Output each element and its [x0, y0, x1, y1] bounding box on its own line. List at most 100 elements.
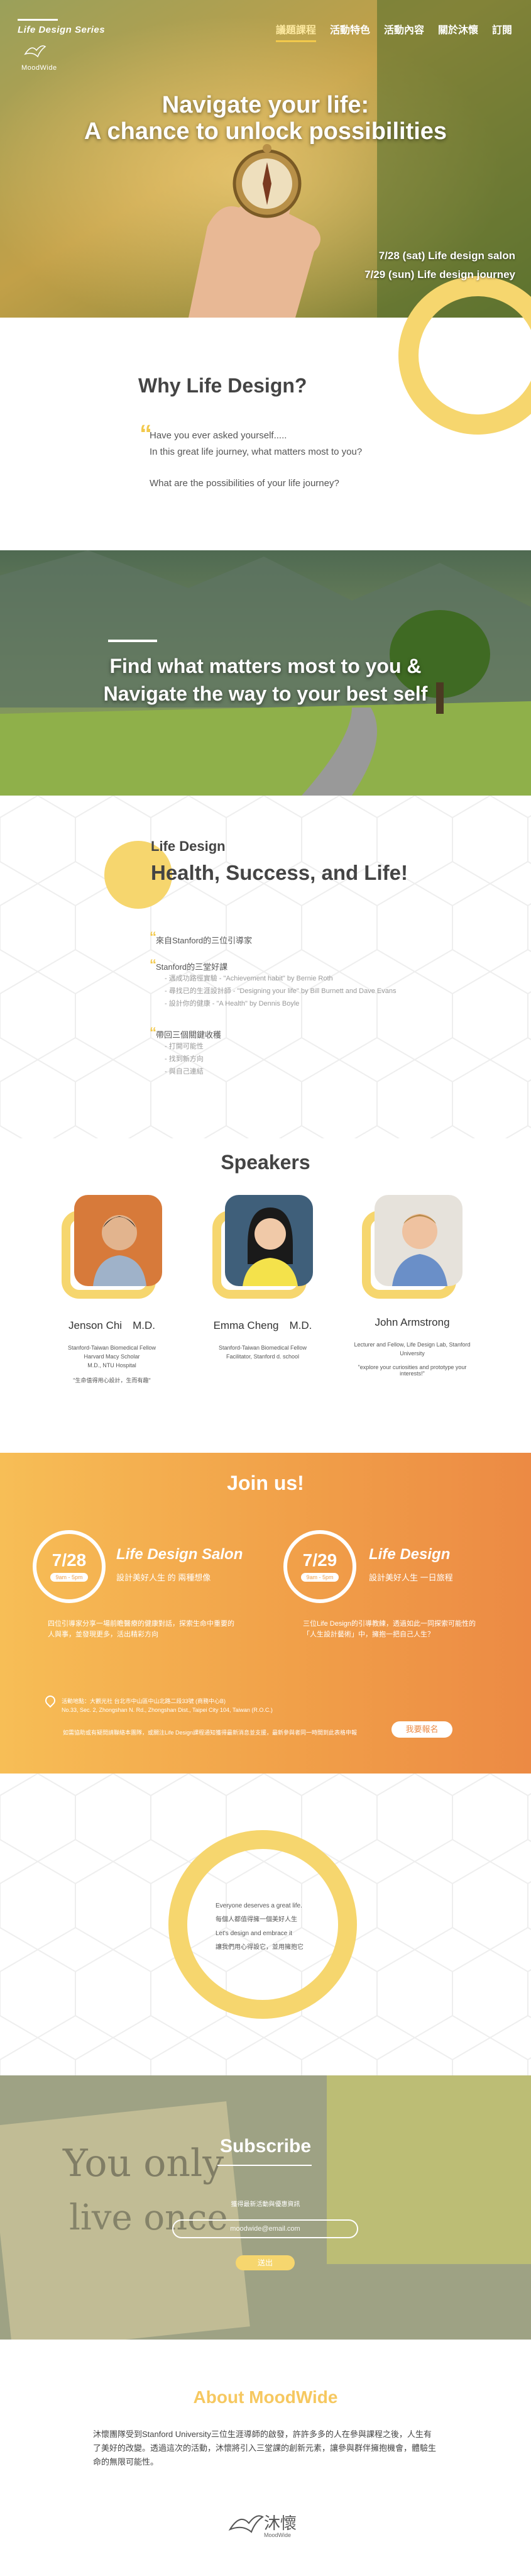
- nav-features[interactable]: 活動特色: [330, 21, 370, 42]
- nav-content[interactable]: 活動內容: [384, 21, 424, 42]
- join-title: Join us!: [227, 1472, 304, 1494]
- subscribe-submit-button[interactable]: 送出: [236, 2255, 295, 2270]
- ld-item3-title: 帶回三個關鍵收穫: [156, 1030, 222, 1040]
- why-q2: In this great life journey, what matters…: [150, 447, 363, 457]
- speaker-photo-frame: [362, 1195, 463, 1299]
- event-desc-line: 四位引導家分享一場前瞻醫療的健康對話，探索生命中重要的: [48, 1620, 234, 1628]
- about-title: About MoodWide: [193, 2387, 338, 2407]
- ld-item2: Stanford的三堂好課 - 邁成功路徑實驗 - "Achievement h…: [156, 960, 397, 1010]
- event-date: 7/29: [302, 1550, 337, 1570]
- event-date: 7/28: [52, 1550, 87, 1570]
- event-desc: 四位引導家分享一場前瞻醫療的健康對話，探索生命中重要的 人與事，並發現更多，活出…: [48, 1619, 234, 1640]
- find-headline: Find what matters most to you & Navigate…: [0, 652, 531, 708]
- hero-title-line2: A chance to unlock possibilities: [84, 118, 447, 145]
- bird-logo-icon: [24, 45, 47, 58]
- speaker-photo-frame: [212, 1195, 313, 1299]
- ld-big-title: Health, Success, and Life!: [151, 861, 408, 884]
- event-time: 9am - 5pm: [301, 1573, 339, 1582]
- event-time: 9am - 5pm: [50, 1573, 88, 1582]
- subscribe-underline: [217, 2165, 312, 2166]
- find-line1: Find what matters most to you &: [109, 655, 422, 677]
- speaker-desc-line: Stanford-Taiwan Biomedical Fellow: [218, 1345, 307, 1351]
- speaker-motto: "explore your curiosities and prototype …: [358, 1364, 467, 1377]
- address-line: 活動地點：大觀光社 台北市中山區中山北路二段33號 (商務中心B): [62, 1698, 226, 1704]
- why-questions: Have you ever asked yourself..... In thi…: [150, 428, 362, 492]
- speaker-name: Jenson Chi M.D.: [68, 1319, 155, 1331]
- why-section: Why Life Design? “ Have you ever asked y…: [0, 318, 531, 550]
- speaker-desc-line: Stanford-Taiwan Biomedical Fellow: [67, 1345, 156, 1351]
- speaker-name: John Armstrong: [375, 1316, 450, 1328]
- main-nav: 議題課程 活動特色 活動內容 關於沐懷 訂閱: [275, 21, 512, 42]
- join-note: 如需協助或有疑問請聯絡本團隊，或關注Life Design課程通知獲得最新消息並…: [63, 1729, 358, 1736]
- event-desc-line: 三位Life Design的引導教練，透過如此一同探索可能性的: [303, 1620, 476, 1628]
- register-button[interactable]: 我要報名: [391, 1721, 452, 1738]
- ld-item3-sub: - 打開可能性: [165, 1043, 204, 1050]
- event-desc: 三位Life Design的引導教練，透過如此一同探索可能性的 「人生設計藝術」…: [303, 1619, 476, 1640]
- hero-date-1: 7/28 (sat) Life design salon: [378, 250, 515, 262]
- belief-line: 每個人都值得擁一個美好人生: [216, 1916, 297, 1923]
- ld-small-title: Life Design: [151, 838, 226, 854]
- hero-date-2: 7/29 (sun) Life design journey: [364, 269, 515, 280]
- speaker-desc-line: Facilitator, Stanford d. school: [226, 1353, 300, 1360]
- belief-text: Everyone deserves a great life. 每個人都值得擁一…: [216, 1899, 304, 1955]
- ld-item2-sub: - 尋找已的生涯設計師 - "Designing your life" by B…: [165, 987, 397, 995]
- location-pin-icon: [43, 1693, 58, 1708]
- ld-item1: 來自Stanford的三位引導家: [156, 936, 253, 945]
- speakers-section: Speakers Jenson Chi M.D. Stanford-Taiwan…: [0, 1138, 531, 1453]
- speaker-motto: "生命值得用心設計，生而有趣": [73, 1377, 151, 1384]
- nav-about[interactable]: 關於沐懷: [438, 21, 478, 42]
- subscribe-section: You only live once Subscribe 獲得最新活動與優惠資訊…: [0, 2075, 531, 2340]
- speaker-photo: [375, 1195, 463, 1286]
- subscribe-title: Subscribe: [219, 2136, 312, 2157]
- event-address: 活動地點：大觀光社 台北市中山區中山北路二段33號 (商務中心B) No.33,…: [62, 1697, 273, 1714]
- find-accent-bar: [108, 640, 157, 642]
- logo-bar: [18, 19, 58, 21]
- hero-section: Life Design Series MoodWide 議題課程 活動特色 活動…: [0, 0, 531, 318]
- why-title: Why Life Design?: [138, 374, 307, 397]
- about-logo-en: MoodWide: [264, 2532, 292, 2538]
- logo-sub: MoodWide: [21, 64, 57, 72]
- speaker-desc-line: Harvard Macy Scholar: [84, 1353, 140, 1360]
- speaker-photo: [225, 1195, 313, 1286]
- event-desc-line: 人與事，並發現更多，活出精彩方向: [48, 1631, 158, 1638]
- event-desc-line: 「人生設計藝術」中，擁抱一把自己人生？: [303, 1631, 434, 1638]
- ld-item2-title: Stanford的三堂好課: [156, 962, 228, 972]
- why-q1: Have you ever asked yourself.....: [150, 430, 287, 441]
- event-tagline: 設計美好人生 的 兩種想像: [116, 1573, 211, 1582]
- speaker-photo: [74, 1195, 162, 1286]
- life-design-section: Life Design Health, Success, and Life! “…: [0, 796, 531, 1138]
- event-name: Life Design Salon: [116, 1546, 243, 1563]
- event-date-circle: 7/28 9am - 5pm: [33, 1530, 106, 1603]
- subscribe-label: 獲得最新活動與優惠資訊: [231, 2201, 300, 2208]
- ld-item2-sub: - 邁成功路徑實驗 - "Achievement habit" by Berni…: [165, 975, 333, 982]
- speaker-name: Emma Cheng M.D.: [213, 1319, 312, 1331]
- ld-item3-sub: - 找到新方向: [165, 1055, 204, 1063]
- about-logo-name: 沐懷: [264, 2514, 297, 2533]
- speaker-card: John Armstrong Lecturer and Fellow, Life…: [349, 1195, 475, 1377]
- speaker-card: Jenson Chi M.D. Stanford-Taiwan Biomedic…: [49, 1195, 175, 1384]
- belief-line: 讓我們用心得設它，並用擁抱它: [216, 1944, 304, 1951]
- nav-topics[interactable]: 議題課程: [275, 21, 316, 42]
- find-section: Find what matters most to you & Navigate…: [0, 550, 531, 796]
- speaker-desc-line: M.D., NTU Hospital: [87, 1362, 136, 1368]
- speaker-desc: Stanford-Taiwan Biomedical Fellow Facili…: [200, 1343, 326, 1361]
- belief-line: Let's design and embrace it: [216, 1930, 292, 1937]
- event-date-circle: 7/29 9am - 5pm: [283, 1530, 356, 1603]
- address-line: No.33, Sec. 2, Zhongshan N. Rd., Zhongsh…: [62, 1707, 273, 1713]
- logo-title: Life Design Series: [18, 25, 106, 35]
- event-tagline: 設計美好人生 一日旅程: [369, 1573, 453, 1582]
- ld-item2-sub: - 設計你的健康 - "A Health" by Dennis Boyle: [165, 1000, 300, 1008]
- why-q3: What are the possibilities of your life …: [150, 478, 339, 489]
- email-field[interactable]: [172, 2219, 358, 2238]
- speaker-card: Emma Cheng M.D. Stanford-Taiwan Biomedic…: [200, 1195, 326, 1361]
- site-logo[interactable]: Life Design Series MoodWide: [18, 19, 105, 72]
- nav-subscribe[interactable]: 訂閱: [492, 21, 512, 42]
- speaker-desc-line: Lecturer and Fellow, Life Design Lab, St…: [354, 1341, 471, 1357]
- speakers-title: Speakers: [221, 1151, 310, 1174]
- speaker-desc: Stanford-Taiwan Biomedical Fellow Harvar…: [49, 1343, 175, 1370]
- join-section: Join us! 7/28 9am - 5pm Life Design Salo…: [0, 1453, 531, 1774]
- belief-section: Everyone deserves a great life. 每個人都值得擁一…: [0, 1774, 531, 2075]
- speaker-desc: Lecturer and Fellow, Life Design Lab, St…: [349, 1340, 475, 1358]
- belief-line: Everyone deserves a great life.: [216, 1902, 302, 1909]
- find-line2: Navigate the way to your best self: [103, 682, 428, 705]
